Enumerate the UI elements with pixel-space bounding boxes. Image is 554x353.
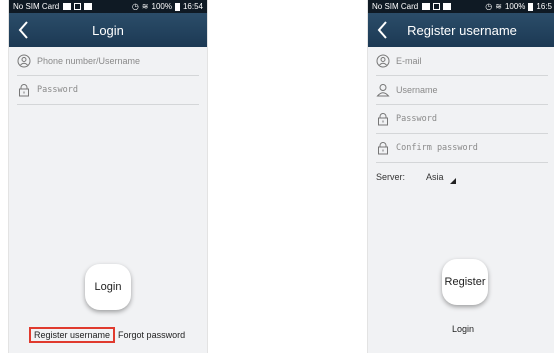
password-field[interactable]: Password — [17, 76, 199, 105]
email-placeholder: E-mail — [396, 56, 422, 66]
clock: 16:54 — [182, 2, 203, 11]
notification-icon — [443, 3, 452, 10]
user-circle-icon — [376, 54, 390, 68]
back-arrow-icon[interactable] — [16, 19, 32, 41]
login-screen: No SIM Card ◷ ≋ 100% 16:54 Login Phone n… — [8, 0, 208, 353]
bottom-links: Register username Forgot password — [29, 327, 185, 343]
battery-icon — [528, 2, 534, 11]
status-bar: No SIM Card ◷ ≋ 100% 16:54 — [9, 0, 207, 13]
carrier-label: No SIM Card — [372, 2, 419, 11]
username-placeholder: Username — [396, 85, 438, 95]
password-placeholder: Password — [37, 85, 78, 95]
password-field[interactable]: Password — [376, 105, 548, 134]
server-label: Server: — [376, 172, 406, 182]
app-bar: Register username — [368, 13, 554, 47]
signal-icon — [63, 3, 72, 10]
password-placeholder: Password — [396, 114, 437, 124]
login-link[interactable]: Login — [452, 324, 474, 334]
back-arrow-icon[interactable] — [375, 19, 391, 41]
battery-level: 100% — [151, 2, 172, 11]
notification-icon — [84, 3, 93, 10]
clock: 16:5 — [536, 2, 552, 11]
confirm-password-placeholder: Confirm password — [396, 143, 478, 153]
username-field[interactable]: Username — [376, 76, 548, 105]
register-button[interactable]: Register — [442, 259, 488, 305]
forgot-password-link[interactable]: Forgot password — [118, 330, 185, 340]
lock-icon — [378, 142, 388, 155]
username-placeholder: Phone number/Username — [37, 56, 141, 66]
server-select[interactable]: Asia — [426, 172, 444, 182]
email-field[interactable]: E-mail — [376, 47, 548, 76]
battery-level: 100% — [504, 2, 526, 11]
signal-icon — [422, 3, 431, 10]
sync-icon — [433, 3, 441, 10]
wifi-icon: ≋ — [141, 2, 149, 11]
sync-icon — [74, 3, 82, 10]
lock-icon — [378, 113, 388, 126]
wifi-icon: ≋ — [495, 2, 502, 11]
alarm-icon: ◷ — [131, 2, 139, 11]
confirm-password-field[interactable]: Confirm password — [376, 134, 548, 163]
lock-icon — [19, 84, 29, 97]
page-title: Login — [92, 22, 124, 38]
server-row: Server: Asia — [376, 163, 548, 191]
login-button[interactable]: Login — [85, 264, 131, 310]
app-bar: Login — [9, 13, 207, 47]
carrier-label: No SIM Card — [13, 2, 60, 11]
page-title: Register username — [407, 22, 517, 38]
user-circle-icon — [17, 54, 31, 68]
alarm-icon: ◷ — [485, 2, 493, 11]
username-field[interactable]: Phone number/Username — [17, 47, 199, 76]
dropdown-triangle-icon[interactable] — [449, 178, 456, 184]
register-username-link[interactable]: Register username — [29, 327, 116, 343]
status-bar: No SIM Card ◷ ≋ 100% 16:5 — [368, 0, 554, 13]
register-screen: No SIM Card ◷ ≋ 100% 16:5 Register usern… — [367, 0, 554, 353]
person-icon — [376, 84, 390, 97]
battery-icon — [174, 2, 180, 11]
